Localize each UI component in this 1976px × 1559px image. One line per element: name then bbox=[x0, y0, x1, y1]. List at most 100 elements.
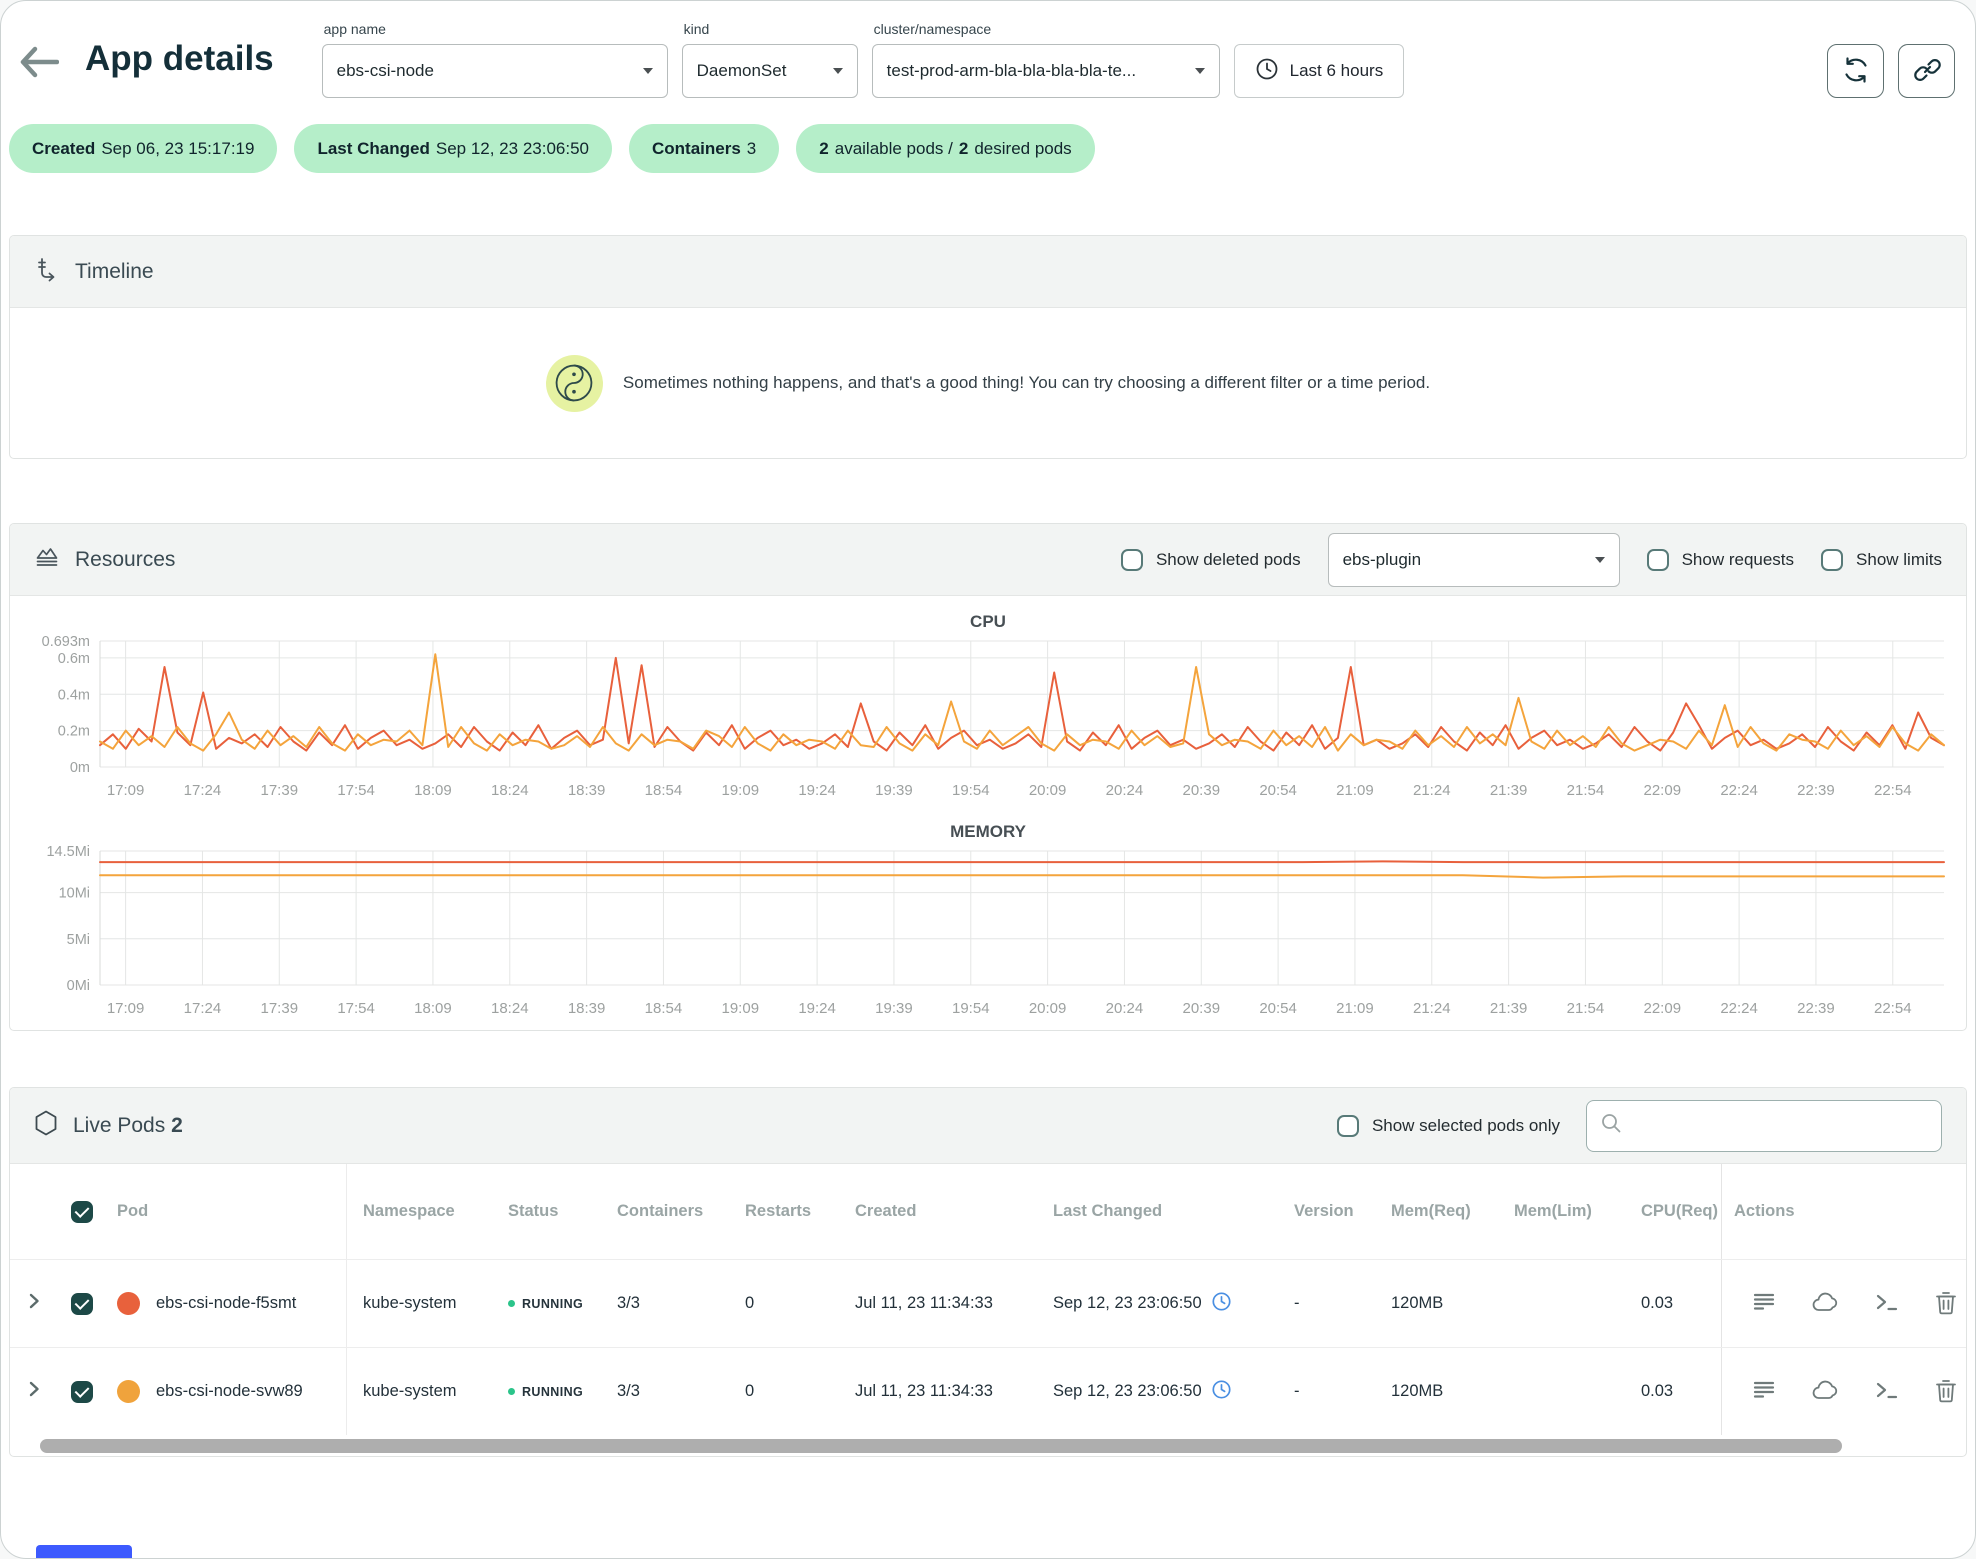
summary-badges: Created Sep 06, 23 15:17:19 Last Changed… bbox=[9, 124, 1967, 173]
svg-text:0.2m: 0.2m bbox=[58, 724, 90, 740]
col-actions: Actions bbox=[1722, 1202, 1967, 1221]
logs-button[interactable] bbox=[1752, 1290, 1776, 1318]
pod-search-box[interactable] bbox=[1586, 1100, 1942, 1152]
svg-text:21:39: 21:39 bbox=[1490, 1000, 1528, 1017]
created-badge: Created Sep 06, 23 15:17:19 bbox=[9, 124, 277, 173]
topbar: App details app name ebs-csi-node kind D… bbox=[1, 1, 1975, 98]
svg-text:20:09: 20:09 bbox=[1029, 782, 1067, 799]
live-pods-header: Live Pods 2 Show selected pods only bbox=[10, 1088, 1966, 1164]
timeline-header: Timeline bbox=[10, 236, 1966, 308]
back-button[interactable] bbox=[17, 41, 61, 85]
time-range-button[interactable]: Last 6 hours bbox=[1234, 44, 1405, 98]
svg-text:19:39: 19:39 bbox=[875, 782, 913, 799]
container-filter-select[interactable]: ebs-plugin bbox=[1328, 533, 1620, 587]
svg-text:22:39: 22:39 bbox=[1797, 1000, 1835, 1017]
svg-text:17:09: 17:09 bbox=[107, 1000, 145, 1017]
cloud-button[interactable] bbox=[1812, 1290, 1839, 1318]
show-limits-checkbox[interactable] bbox=[1821, 549, 1843, 571]
show-requests-checkbox[interactable] bbox=[1647, 549, 1669, 571]
col-created: Created bbox=[845, 1202, 1045, 1221]
app-details-page: App details app name ebs-csi-node kind D… bbox=[0, 0, 1976, 1559]
pod-name[interactable]: ebs-csi-node-f5smt bbox=[156, 1294, 296, 1313]
logs-button[interactable] bbox=[1752, 1378, 1776, 1406]
row-checkbox[interactable] bbox=[71, 1381, 93, 1403]
select-all-checkbox[interactable] bbox=[71, 1201, 93, 1223]
show-requests-toggle[interactable]: Show requests bbox=[1647, 549, 1794, 571]
pod-cpu-req: 0.03 bbox=[1625, 1260, 1722, 1347]
scrollbar-thumb[interactable] bbox=[40, 1439, 1842, 1453]
expand-row-button[interactable] bbox=[27, 1292, 41, 1315]
back-arrow-icon bbox=[19, 66, 59, 81]
delete-pod-button[interactable] bbox=[1935, 1378, 1957, 1406]
col-mem-req: Mem(Req) bbox=[1375, 1202, 1500, 1221]
svg-text:22:24: 22:24 bbox=[1720, 782, 1758, 799]
cluster-select[interactable]: test-prod-arm-bla-bla-bla-bla-te... bbox=[872, 44, 1220, 98]
expand-row-button[interactable] bbox=[27, 1380, 41, 1403]
pod-color-dot bbox=[117, 1292, 140, 1315]
svg-text:18:39: 18:39 bbox=[568, 1000, 606, 1017]
svg-text:21:24: 21:24 bbox=[1413, 1000, 1451, 1017]
pod-namespace: kube-system bbox=[347, 1294, 490, 1313]
terminal-button[interactable] bbox=[1875, 1290, 1899, 1318]
table-row: ebs-csi-node-f5smt kube-system RUNNING 3… bbox=[10, 1259, 1966, 1347]
show-selected-pods-toggle[interactable]: Show selected pods only bbox=[1337, 1115, 1560, 1137]
show-limits-toggle[interactable]: Show limits bbox=[1821, 549, 1942, 571]
live-pods-count: 2 bbox=[171, 1114, 183, 1137]
terminal-button[interactable] bbox=[1875, 1378, 1899, 1406]
kind-label: kind bbox=[684, 21, 858, 37]
last-changed-badge: Last Changed Sep 12, 23 23:06:50 bbox=[294, 124, 612, 173]
pod-containers: 3/3 bbox=[605, 1382, 735, 1401]
svg-text:19:09: 19:09 bbox=[722, 782, 760, 799]
containers-badge: Containers 3 bbox=[629, 124, 779, 173]
pods-table-header: Pod Namespace Status Containers Restarts… bbox=[10, 1164, 1966, 1259]
history-clock-icon[interactable] bbox=[1211, 1379, 1232, 1405]
timeline-card: Timeline Sometimes nothing happens, and … bbox=[9, 235, 1967, 459]
history-clock-icon[interactable] bbox=[1211, 1291, 1232, 1317]
svg-text:0.4m: 0.4m bbox=[58, 687, 90, 703]
show-deleted-pods-checkbox[interactable] bbox=[1121, 549, 1143, 571]
pod-last-changed: Sep 12, 23 23:06:50 bbox=[1053, 1294, 1202, 1313]
col-mem-lim: Mem(Lim) bbox=[1500, 1202, 1625, 1221]
svg-text:0m: 0m bbox=[70, 760, 90, 776]
status-badge: RUNNING bbox=[508, 1297, 605, 1311]
show-deleted-pods-toggle[interactable]: Show deleted pods bbox=[1121, 549, 1301, 571]
svg-text:19:39: 19:39 bbox=[875, 1000, 913, 1017]
app-name-select[interactable]: ebs-csi-node bbox=[322, 44, 668, 98]
memory-chart: 17:0917:2417:3917:5418:0918:2418:3918:54… bbox=[20, 842, 1958, 1028]
terminal-icon bbox=[1875, 1380, 1899, 1403]
svg-text:21:24: 21:24 bbox=[1413, 782, 1451, 799]
resources-controls: Show deleted pods ebs-plugin Show reques… bbox=[1121, 533, 1942, 587]
area-chart-icon bbox=[34, 544, 60, 575]
status-badge: RUNNING bbox=[508, 1385, 605, 1399]
svg-text:19:09: 19:09 bbox=[722, 1000, 760, 1017]
logs-icon bbox=[1752, 1290, 1776, 1317]
pod-name[interactable]: ebs-csi-node-svw89 bbox=[156, 1382, 303, 1401]
svg-text:22:54: 22:54 bbox=[1874, 1000, 1912, 1017]
svg-text:18:24: 18:24 bbox=[491, 1000, 529, 1017]
pod-created: Jul 11, 23 11:34:33 bbox=[845, 1382, 1045, 1401]
pod-version: - bbox=[1280, 1294, 1375, 1313]
svg-text:14.5Mi: 14.5Mi bbox=[46, 844, 90, 860]
svg-text:0.693m: 0.693m bbox=[42, 634, 90, 650]
svg-text:22:54: 22:54 bbox=[1874, 782, 1912, 799]
timeline-empty-message: Sometimes nothing happens, and that's a … bbox=[623, 373, 1430, 393]
pod-cpu-req: 0.03 bbox=[1625, 1348, 1722, 1435]
refresh-button[interactable] bbox=[1827, 44, 1884, 98]
show-selected-pods-checkbox[interactable] bbox=[1337, 1115, 1359, 1137]
live-pods-controls: Show selected pods only bbox=[1337, 1100, 1942, 1152]
clock-icon bbox=[1255, 57, 1279, 86]
svg-text:10Mi: 10Mi bbox=[59, 886, 90, 902]
row-checkbox[interactable] bbox=[71, 1293, 93, 1315]
delete-pod-button[interactable] bbox=[1935, 1290, 1957, 1318]
kind-select[interactable]: DaemonSet bbox=[682, 44, 858, 98]
copy-link-button[interactable] bbox=[1898, 44, 1955, 98]
svg-text:20:09: 20:09 bbox=[1029, 1000, 1067, 1017]
chevron-down-icon bbox=[1595, 557, 1605, 563]
svg-text:20:54: 20:54 bbox=[1259, 1000, 1297, 1017]
pod-search-input[interactable] bbox=[1631, 1117, 1928, 1135]
refresh-icon bbox=[1841, 55, 1871, 88]
svg-text:19:54: 19:54 bbox=[952, 1000, 990, 1017]
svg-text:17:24: 17:24 bbox=[184, 782, 222, 799]
svg-text:22:39: 22:39 bbox=[1797, 782, 1835, 799]
cloud-button[interactable] bbox=[1812, 1378, 1839, 1406]
